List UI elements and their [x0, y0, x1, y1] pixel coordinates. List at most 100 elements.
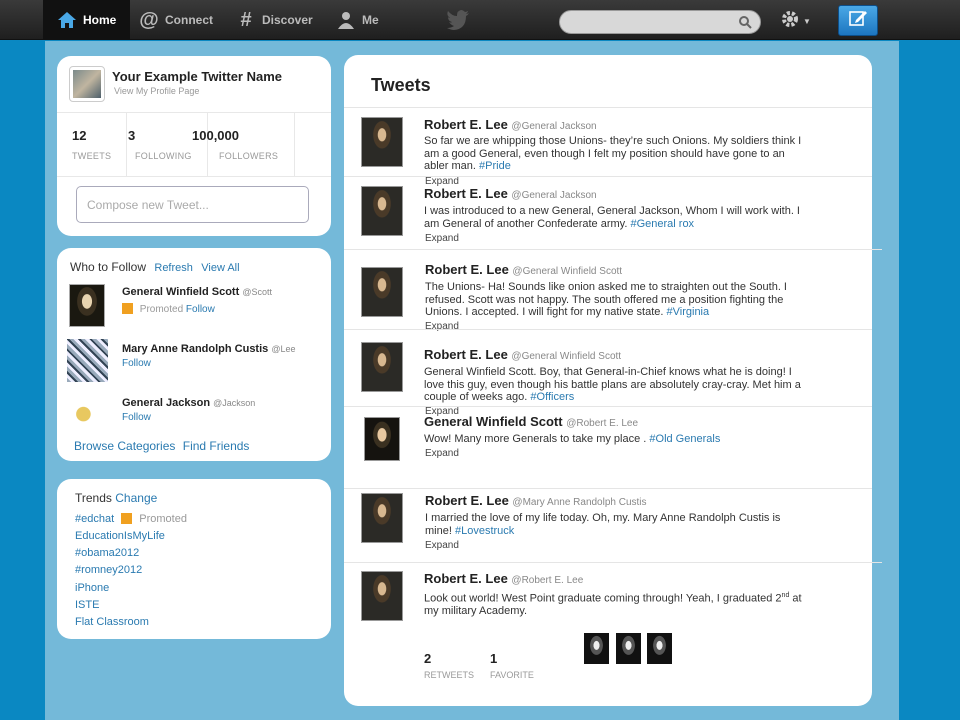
tweet-avatar[interactable]: [361, 342, 403, 392]
chevron-down-icon: ▼: [803, 16, 811, 26]
compose-tweet-input[interactable]: Compose new Tweet...: [76, 186, 309, 223]
home-icon: [57, 10, 77, 30]
hashtag-link[interactable]: #General rox: [630, 218, 694, 230]
compose-icon: [848, 8, 868, 33]
promoted-label: Promoted: [139, 304, 184, 315]
tweet-text: I married the love of my life today. Oh,…: [425, 512, 781, 537]
my-avatar[interactable]: [69, 66, 105, 102]
settings-menu[interactable]: ▼: [780, 10, 820, 32]
tweet-avatar[interactable]: [361, 117, 403, 167]
who-to-follow-card: Who to Follow Refresh View All General W…: [57, 248, 331, 461]
hashtag-link[interactable]: #Virginia: [667, 306, 710, 318]
divider: [344, 406, 872, 407]
expand-link[interactable]: Expand: [425, 321, 459, 332]
favorites-stat[interactable]: 1 FAVORITE: [490, 651, 534, 680]
trend-item[interactable]: #edchat Promoted: [75, 513, 187, 525]
tweet-avatar[interactable]: [361, 571, 403, 621]
follow-button[interactable]: Follow: [122, 412, 151, 423]
divider: [126, 112, 127, 176]
divider: [344, 176, 872, 177]
avatar[interactable]: [69, 284, 105, 327]
hashtag-link[interactable]: #Officers: [530, 391, 574, 403]
divider: [344, 488, 872, 489]
right-margin: [899, 41, 960, 720]
follow-button[interactable]: Follow: [122, 358, 151, 369]
profile-name[interactable]: Your Example Twitter Name: [112, 69, 282, 84]
browse-categories-link[interactable]: Browse Categories: [74, 439, 175, 453]
avatar[interactable]: [67, 339, 108, 382]
stat-followers-num: 100,000: [192, 128, 239, 143]
tweet-author[interactable]: Robert E. Lee @General Winfield Scott: [425, 262, 622, 277]
nav-discover[interactable]: # Discover: [236, 0, 312, 40]
expand-link[interactable]: Expand: [425, 448, 459, 459]
promoted-label: Promoted: [139, 513, 187, 525]
tweet-author[interactable]: General Winfield Scott @Robert E. Lee: [424, 414, 638, 429]
divider: [344, 107, 872, 108]
find-friends-link[interactable]: Find Friends: [183, 439, 250, 453]
nav-connect-label: Connect: [165, 13, 213, 27]
view-profile-link[interactable]: View My Profile Page: [114, 86, 199, 96]
tweet-text: Wow! Many more Generals to take my place…: [424, 433, 721, 445]
gear-icon: [780, 9, 800, 34]
expand-link[interactable]: Expand: [425, 233, 459, 244]
hashtag-link[interactable]: #Lovestruck: [455, 525, 514, 537]
search-icon: [738, 15, 752, 34]
tweet-stats: 2 RETWEETS 1 FAVORITE: [424, 651, 534, 680]
hashtag-link[interactable]: #Pride: [479, 160, 511, 172]
person-icon: [336, 10, 356, 30]
twitter-bird-icon: [446, 10, 470, 35]
expand-link[interactable]: Expand: [425, 540, 459, 551]
tweet-text: So far we are whipping those Unions- the…: [424, 135, 802, 172]
nav-connect[interactable]: @ Connect: [139, 0, 213, 40]
trend-item[interactable]: EducationIsMyLife: [75, 530, 165, 542]
retweeter-avatar[interactable]: [616, 633, 641, 664]
stat-following[interactable]: 3 FOLLOWING: [128, 128, 192, 161]
divider: [344, 562, 882, 563]
nav-me[interactable]: Me: [336, 0, 379, 40]
retweeter-avatar[interactable]: [647, 633, 672, 664]
tweet-avatar[interactable]: [361, 493, 403, 543]
view-all-link[interactable]: View All: [201, 262, 239, 274]
tweet-author[interactable]: Robert E. Lee @General Winfield Scott: [424, 347, 621, 362]
tweet-author[interactable]: Robert E. Lee @General Jackson: [424, 117, 597, 132]
change-trends-link[interactable]: Change: [115, 491, 157, 505]
search-input[interactable]: [559, 10, 761, 34]
refresh-link[interactable]: Refresh: [154, 262, 193, 274]
suggestion-name[interactable]: General Jackson @Jackson: [122, 397, 255, 409]
suggestion-name[interactable]: General Winfield Scott @Scott: [122, 286, 272, 298]
tweet-avatar[interactable]: [364, 417, 400, 461]
stat-followers[interactable]: 100,000 FOLLOWERS: [192, 128, 278, 161]
who-to-follow-title: Who to Follow: [70, 260, 147, 274]
promoted-icon: [121, 513, 133, 524]
nav-me-label: Me: [362, 13, 379, 27]
tweets-card: Tweets Robert E. Lee @General Jackson So…: [344, 55, 882, 706]
stat-tweets[interactable]: 12 TWEETS: [72, 128, 111, 161]
tweet-author[interactable]: Robert E. Lee @General Jackson: [424, 186, 597, 201]
trend-item[interactable]: ISTE: [75, 599, 99, 611]
retweets-stat[interactable]: 2 RETWEETS: [424, 651, 474, 680]
trends-title: Trends: [75, 491, 112, 505]
trend-item[interactable]: #obama2012: [75, 547, 139, 559]
tweet-author[interactable]: Robert E. Lee @Mary Anne Randolph Custis: [425, 493, 647, 508]
profile-card: Your Example Twitter Name View My Profil…: [57, 56, 331, 236]
divider: [344, 249, 882, 250]
tweet-avatar[interactable]: [361, 267, 403, 317]
trend-item[interactable]: iPhone: [75, 582, 109, 594]
suggestion-name[interactable]: Mary Anne Randolph Custis @Lee: [122, 343, 296, 355]
trend-item[interactable]: #romney2012: [75, 564, 142, 576]
avatar[interactable]: [69, 391, 105, 433]
tweet-avatar[interactable]: [361, 186, 403, 236]
retweeter-avatar[interactable]: [584, 633, 609, 664]
compose-tweet-button[interactable]: [838, 5, 878, 36]
trend-item[interactable]: Flat Classroom: [75, 616, 149, 628]
nav-home[interactable]: Home: [43, 0, 131, 40]
suggestion-actions: Follow: [122, 412, 151, 423]
stat-following-num: 3: [128, 128, 136, 143]
tweet-author[interactable]: Robert E. Lee @Robert E. Lee: [424, 571, 583, 586]
who-to-follow-footer: Browse Categories Find Friends: [74, 439, 249, 453]
divider: [344, 329, 872, 330]
follow-button[interactable]: Follow: [186, 304, 215, 315]
suggestion-actions: Follow: [122, 358, 151, 369]
hashtag-link[interactable]: #Old Generals: [649, 433, 720, 445]
at-icon: @: [139, 8, 159, 31]
